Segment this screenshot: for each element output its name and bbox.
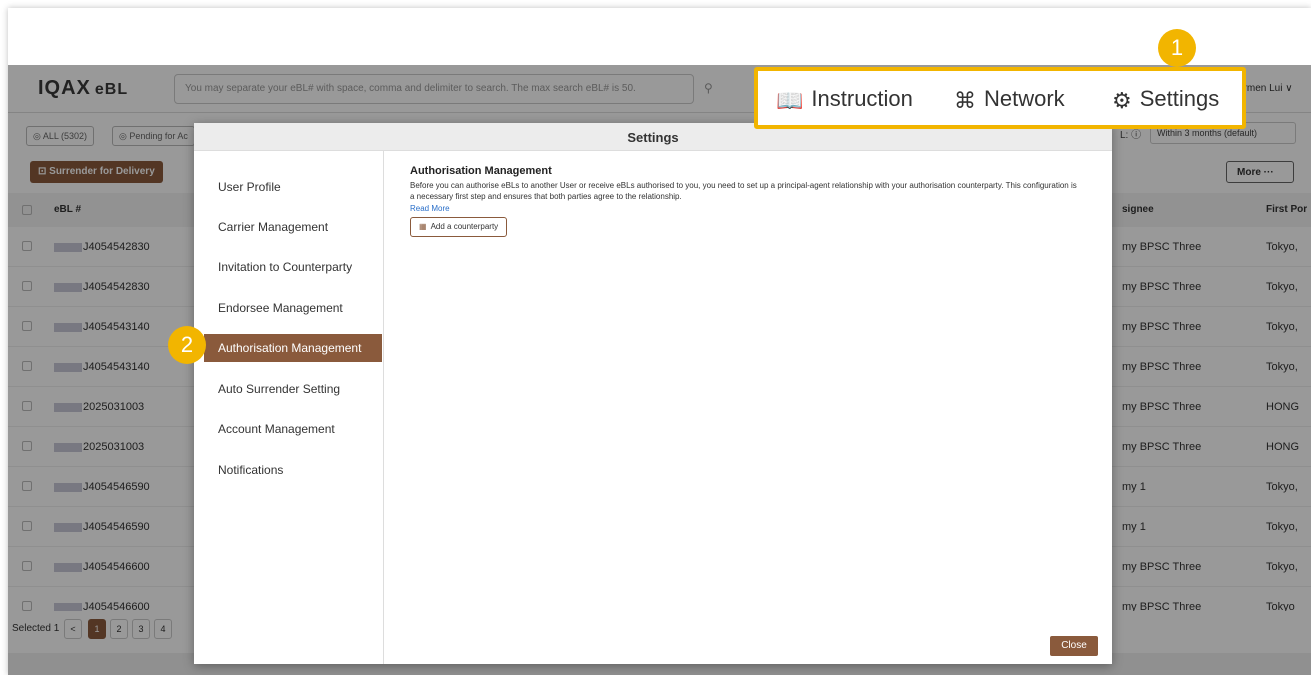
book-icon: 📖	[776, 88, 804, 113]
toolbar-callout: 📖 Instruction ⌘ Network ⚙ Settings	[754, 67, 1246, 129]
menu-endorsee-management[interactable]: Endorsee Management	[204, 294, 382, 322]
add-counterparty-button[interactable]: ▦ Add a counterparty	[410, 217, 508, 237]
menu-invitation[interactable]: Invitation to Counterparty	[204, 253, 382, 281]
step-badge-2: 2	[168, 326, 206, 364]
section-description: Before you can authorise eBLs to another…	[410, 181, 1077, 201]
menu-carrier-management[interactable]: Carrier Management	[204, 213, 382, 241]
menu-notifications[interactable]: Notifications	[204, 456, 382, 484]
section-title: Authorisation Management	[410, 165, 552, 177]
close-button[interactable]: Close	[1050, 636, 1098, 656]
instruction-button[interactable]: 📖 Instruction	[776, 86, 913, 114]
menu-authorisation-management[interactable]: Authorisation Management	[204, 334, 382, 362]
menu-auto-surrender[interactable]: Auto Surrender Setting	[204, 375, 382, 403]
network-button[interactable]: ⌘ Network	[954, 86, 1065, 114]
screenshot-frame: IQAX eBL You may separate your eBL# with …	[8, 8, 1311, 675]
step-badge-1: 1	[1158, 29, 1196, 67]
settings-content: Authorisation Management Before you can …	[410, 165, 1080, 237]
settings-button[interactable]: ⚙ Settings	[1112, 86, 1219, 114]
menu-user-profile[interactable]: User Profile	[204, 173, 382, 201]
network-icon: ⌘	[954, 88, 976, 113]
add-user-icon: ▦	[419, 222, 427, 231]
settings-modal: Settings User Profile Carrier Management…	[194, 123, 1112, 664]
menu-account-management[interactable]: Account Management	[204, 415, 382, 443]
gear-icon: ⚙	[1112, 88, 1132, 113]
settings-menu: User Profile Carrier Management Invitati…	[194, 151, 384, 664]
read-more-link[interactable]: Read More	[410, 204, 1080, 213]
